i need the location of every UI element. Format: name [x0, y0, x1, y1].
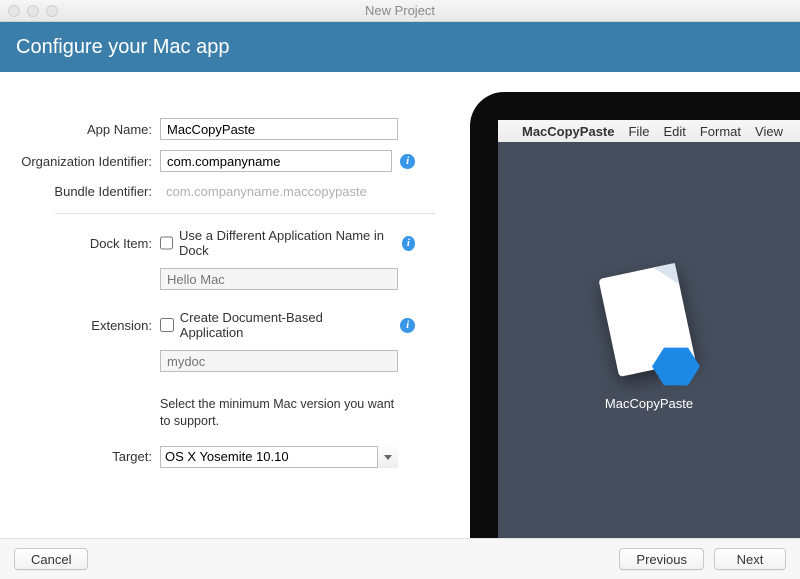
- info-icon[interactable]: i: [400, 154, 415, 169]
- separator: [55, 213, 435, 214]
- target-helper-text: Select the minimum Mac version you want …: [160, 396, 398, 430]
- extension-name-input: [160, 350, 398, 372]
- zoom-window-icon[interactable]: [46, 5, 58, 17]
- dock-item-checkbox-label: Use a Different Application Name in Dock: [179, 228, 388, 258]
- minimize-window-icon[interactable]: [27, 5, 39, 17]
- preview-menu-item: Format: [700, 124, 741, 139]
- app-icon-caption: MacCopyPaste: [605, 396, 693, 411]
- preview-menu-item: File: [628, 124, 649, 139]
- extension-checkbox[interactable]: [160, 318, 174, 332]
- org-id-input[interactable]: [160, 150, 392, 172]
- bundle-id-label: Bundle Identifier:: [0, 184, 160, 199]
- bundle-id-value: com.companyname.maccopypaste: [160, 182, 373, 201]
- app-name-input[interactable]: [160, 118, 398, 140]
- preview-menu-item: Edit: [663, 124, 685, 139]
- banner: Configure your Mac app: [0, 22, 800, 72]
- dock-item-checkbox[interactable]: [160, 236, 173, 250]
- banner-heading: Configure your Mac app: [16, 36, 229, 59]
- window-controls: [8, 5, 58, 17]
- extension-checkbox-label: Create Document-Based Application: [180, 310, 386, 340]
- cancel-button[interactable]: Cancel: [14, 548, 88, 570]
- preview-pane: MacCopyPaste File Edit Format View MacCo…: [470, 92, 800, 538]
- target-label: Target:: [0, 449, 160, 464]
- dock-item-name-input: [160, 268, 398, 290]
- close-window-icon[interactable]: [8, 5, 20, 17]
- device-bezel: MacCopyPaste File Edit Format View MacCo…: [470, 92, 800, 538]
- preview-app-name: MacCopyPaste: [522, 124, 614, 139]
- preview-menubar: MacCopyPaste File Edit Format View: [498, 120, 800, 142]
- titlebar: New Project: [0, 0, 800, 22]
- next-button[interactable]: Next: [714, 548, 786, 570]
- target-select[interactable]: OS X Yosemite 10.10: [160, 446, 398, 468]
- preview-desktop: MacCopyPaste: [498, 142, 800, 538]
- info-icon[interactable]: i: [400, 318, 415, 333]
- footer: Cancel Previous Next: [0, 538, 800, 579]
- window-title: New Project: [0, 3, 800, 18]
- app-icon: [602, 270, 696, 382]
- info-icon[interactable]: i: [402, 236, 415, 251]
- device-screen: MacCopyPaste File Edit Format View MacCo…: [498, 120, 800, 538]
- extension-label: Extension:: [0, 318, 160, 333]
- previous-button[interactable]: Previous: [619, 548, 704, 570]
- preview-menu-item: View: [755, 124, 783, 139]
- dock-item-label: Dock Item:: [0, 236, 160, 251]
- org-id-label: Organization Identifier:: [0, 154, 160, 169]
- config-form: App Name: Organization Identifier: i Bun…: [0, 72, 465, 478]
- app-name-label: App Name:: [0, 122, 160, 137]
